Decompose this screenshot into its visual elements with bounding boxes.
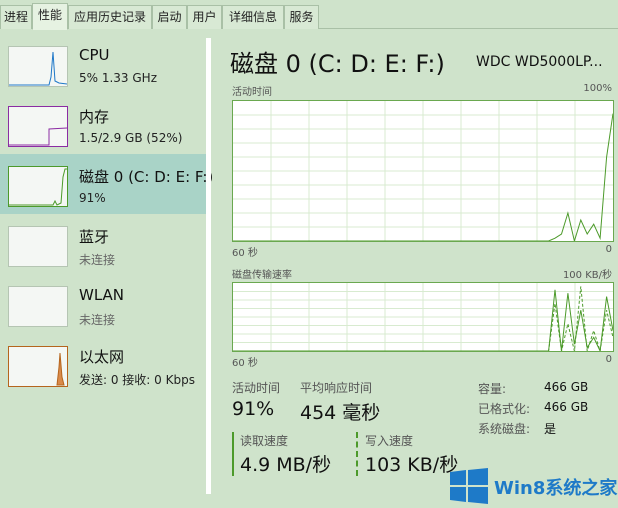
active-time-graph	[232, 100, 614, 242]
ethernet-thumbnail-graph	[8, 346, 68, 387]
transfer-rate-graph-max: 100 KB/秒	[562, 270, 612, 281]
sidebar-item-detail: 发送: 0 接收: 0 Kbps	[79, 373, 195, 387]
capacity-value: 466 GB	[544, 380, 589, 394]
sidebar-item-bluetooth[interactable]: 蓝牙 未连接	[0, 214, 206, 274]
active-time-graph-max: 100%	[583, 83, 612, 94]
transfer-rate-graph-end: 0	[605, 354, 612, 365]
sidebar-item-cpu[interactable]: CPU 5% 1.33 GHz	[0, 34, 206, 94]
disk-detail-panel: 磁盘 0 (C: D: E: F:) WDC WD5000LP... 活动时间 …	[212, 30, 618, 508]
read-speed-value: 4.9 MB/秒	[240, 454, 332, 476]
response-time-value: 454 毫秒	[300, 402, 381, 424]
sidebar-item-disk[interactable]: 磁盘 0 (C: D: E: F:) 91%	[0, 154, 213, 214]
sidebar-item-label: WLAN	[79, 286, 125, 304]
transfer-rate-chart	[233, 283, 613, 351]
disk-thumbnail-graph	[8, 166, 68, 207]
windows-logo-icon	[450, 468, 488, 504]
sidebar-item-detail: 1.5/2.9 GB (52%)	[79, 131, 183, 145]
tab-performance[interactable]: 性能	[32, 3, 68, 30]
write-speed-label: 写入速度	[365, 434, 414, 448]
formatted-label: 已格式化:	[478, 402, 531, 416]
system-disk-label: 系统磁盘:	[478, 422, 531, 436]
formatted-value: 466 GB	[544, 400, 589, 414]
disk-model: WDC WD5000LP...	[476, 54, 603, 70]
wlan-thumbnail-graph	[8, 286, 68, 327]
sidebar-item-detail: 5% 1.33 GHz	[79, 71, 158, 85]
sidebar-item-label: 磁盘 0 (C: D: E: F:)	[79, 168, 214, 186]
tab-app-history[interactable]: 应用历史记录	[68, 5, 152, 29]
sidebar-item-detail: 未连接	[79, 313, 116, 327]
sidebar-item-wlan[interactable]: WLAN 未连接	[0, 274, 206, 334]
tab-startup[interactable]: 启动	[152, 5, 187, 29]
active-time-graph-label: 活动时间	[232, 87, 272, 98]
sidebar-item-label: 内存	[79, 108, 110, 126]
active-time-label: 活动时间	[232, 381, 281, 395]
cpu-thumbnail-graph	[8, 46, 68, 87]
response-time-label: 平均响应时间	[300, 381, 373, 395]
sidebar-item-label: 以太网	[79, 348, 125, 366]
write-speed-indicator	[356, 432, 358, 476]
memory-thumbnail-graph	[8, 106, 68, 147]
resource-sidebar: CPU 5% 1.33 GHz 内存 1.5/2.9 GB (52%) 磁盘 0…	[0, 30, 213, 508]
page-title: 磁盘 0 (C: D: E: F:)	[230, 50, 445, 78]
tab-services[interactable]: 服务	[284, 5, 319, 29]
sidebar-item-detail: 未连接	[79, 253, 116, 267]
transfer-rate-graph-span: 60 秒	[232, 358, 258, 369]
watermark: Win8系统之家	[448, 466, 618, 508]
active-time-graph-span: 60 秒	[232, 248, 258, 259]
tab-details[interactable]: 详细信息	[222, 5, 284, 29]
tab-users[interactable]: 用户	[187, 5, 222, 29]
transfer-rate-graph-label: 磁盘传输速率	[232, 270, 292, 281]
active-time-value: 91%	[232, 398, 275, 420]
sidebar-item-label: 蓝牙	[79, 228, 110, 246]
active-time-chart	[233, 101, 613, 241]
panel-divider[interactable]	[206, 38, 211, 494]
tab-processes[interactable]: 进程	[0, 5, 32, 29]
sidebar-item-ethernet[interactable]: 以太网 发送: 0 接收: 0 Kbps	[0, 334, 206, 394]
read-speed-indicator	[232, 432, 234, 476]
tab-bar: 进程 性能 应用历史记录 启动 用户 详细信息 服务	[0, 0, 618, 30]
write-speed-value: 103 KB/秒	[365, 454, 459, 476]
system-disk-value: 是	[544, 422, 557, 436]
active-time-graph-end: 0	[605, 244, 612, 255]
bluetooth-thumbnail-graph	[8, 226, 68, 267]
transfer-rate-graph	[232, 282, 614, 352]
read-speed-label: 读取速度	[240, 434, 289, 448]
sidebar-item-memory[interactable]: 内存 1.5/2.9 GB (52%)	[0, 94, 206, 154]
capacity-label: 容量:	[478, 382, 507, 396]
sidebar-item-detail: 91%	[79, 191, 106, 205]
watermark-text: Win8系统之家	[494, 478, 618, 499]
sidebar-item-label: CPU	[79, 46, 110, 64]
